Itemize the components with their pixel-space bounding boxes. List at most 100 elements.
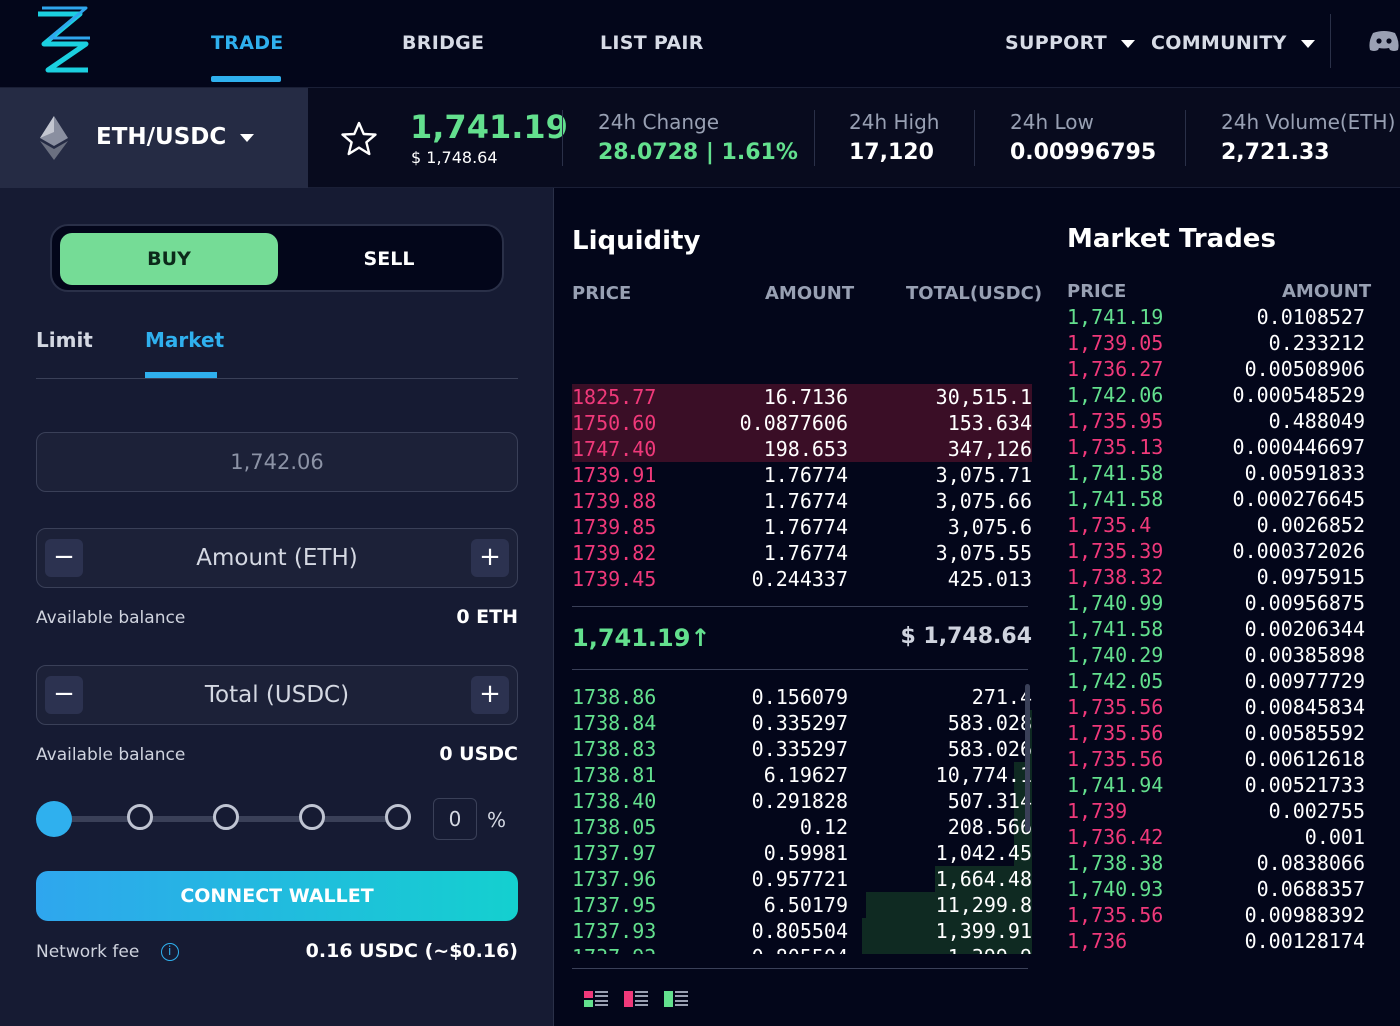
available-balance-value: 0 ETH	[456, 606, 518, 628]
market-trade-row: 1,738.38 0.0838066	[1067, 851, 1365, 877]
orderbook-row[interactable]: 1739.45 0.244337 425.013	[572, 566, 1032, 592]
orderbook-row[interactable]: 1747.40 198.653 347,126	[572, 436, 1032, 462]
orderbook-col-price: PRICE	[572, 283, 632, 304]
market-trade-price: 1,735.4	[1067, 513, 1152, 537]
orderbook-amount: 1.76774	[763, 489, 848, 513]
orderbook-row[interactable]: 1738.40 0.291828 507.314	[572, 788, 1032, 814]
market-trade-row: 1,735.13 0.000446697	[1067, 435, 1365, 461]
orderbook-row[interactable]: 1738.83 0.335297 583.026	[572, 736, 1032, 762]
market-trade-price: 1,735.56	[1067, 721, 1164, 745]
nav-bridge[interactable]: BRIDGE	[402, 32, 484, 54]
orderbook-mid-price: 1,741.19↑	[572, 624, 711, 652]
amount-decrement-button[interactable]: −	[45, 539, 83, 577]
market-trade-price: 1,740.29	[1067, 643, 1164, 667]
orderbook-amount: 0.59981	[763, 841, 848, 865]
ticker-divider	[814, 110, 815, 166]
market-trades-title: Market Trades	[1067, 224, 1276, 254]
network-fee-label: Network fee	[36, 942, 140, 962]
total-decrement-button[interactable]: −	[45, 676, 83, 714]
orderbook-row[interactable]: 1750.60 0.0877606 153.634	[572, 410, 1032, 436]
tab-market[interactable]: Market	[145, 328, 224, 352]
market-trade-amount: 0.000276645	[1232, 487, 1365, 511]
connect-wallet-button[interactable]: CONNECT WALLET	[36, 871, 518, 921]
total-field[interactable]: Total (USDC) − +	[36, 665, 518, 725]
orderbook-price: 1739.82	[572, 541, 657, 565]
market-trade-amount: 0.00591833	[1244, 461, 1365, 485]
orderbook-row[interactable]: 1737.95 6.50179 11,299.8	[572, 892, 1032, 918]
market-trade-row: 1,740.93 0.0688357	[1067, 877, 1365, 903]
nav-trade[interactable]: TRADE	[211, 32, 284, 54]
slider-knob-50[interactable]	[213, 804, 239, 830]
market-trade-row: 1,735.95 0.488049	[1067, 409, 1365, 435]
total-increment-button[interactable]: +	[471, 676, 509, 714]
orderbook-scrollbar[interactable]	[1025, 684, 1030, 832]
market-trade-amount: 0.0108527	[1256, 305, 1365, 329]
market-trade-amount: 0.00128174	[1244, 929, 1365, 953]
tab-market-underline	[145, 372, 217, 378]
orderbook-row[interactable]: 1738.81 6.19627 10,774.1	[572, 762, 1032, 788]
slider-knob-0[interactable]	[36, 801, 72, 837]
sell-button[interactable]: SELL	[280, 233, 498, 285]
orderbook-total: 30,515.1	[935, 385, 1032, 409]
market-trade-price: 1,735.13	[1067, 435, 1164, 459]
orderbook-row[interactable]: 1739.88 1.76774 3,075.66	[572, 488, 1032, 514]
slider-knob-100[interactable]	[385, 804, 411, 830]
slider-knob-75[interactable]	[299, 804, 325, 830]
amount-field[interactable]: Amount (ETH) − +	[36, 528, 518, 588]
percent-input[interactable]: 0	[433, 798, 477, 840]
pair-label: ETH/USDC	[96, 124, 255, 150]
orderbook-price: 1737.95	[572, 893, 657, 917]
amount-increment-button[interactable]: +	[471, 539, 509, 577]
top-navigation: TRADE BRIDGE LIST PAIR SUPPORT COMMUNITY	[0, 0, 1400, 88]
orderbook-bids-icon[interactable]	[664, 990, 688, 1008]
market-trade-price: 1,741.58	[1067, 461, 1164, 485]
market-trade-price: 1,740.99	[1067, 591, 1164, 615]
orderbook-price: 1738.40	[572, 789, 657, 813]
orderbook-row[interactable]: 1738.05 0.12 208.566	[572, 814, 1032, 840]
orderbook-row[interactable]: 1825.77 16.7136 30,515.1	[572, 384, 1032, 410]
orderbook-row[interactable]: 1738.86 0.156079 271.4	[572, 684, 1032, 710]
pair-selector[interactable]: ETH/USDC	[0, 88, 308, 188]
nav-trade-underline	[211, 76, 281, 82]
market-trade-row: 1,739 0.002755	[1067, 799, 1365, 825]
orderbook-row[interactable]: 1737.97 0.59981 1,042.45	[572, 840, 1032, 866]
orderbook-both-icon[interactable]	[584, 990, 608, 1008]
orderbook-total: 1,042.45	[935, 841, 1032, 865]
orderbook-row[interactable]: 1739.91 1.76774 3,075.71	[572, 462, 1032, 488]
orderbook-total: 425.013	[947, 567, 1032, 591]
info-icon[interactable]: i	[160, 943, 179, 961]
market-trade-row: 1,736.27 0.00508906	[1067, 357, 1365, 383]
orderbook-row[interactable]: 1737.93 0.805504 1,399.91	[572, 918, 1032, 944]
star-icon[interactable]	[340, 120, 378, 158]
market-trade-row: 1,735.39 0.000372026	[1067, 539, 1365, 565]
amount-placeholder: Amount (ETH)	[196, 545, 358, 571]
market-trade-row: 1,742.06 0.000548529	[1067, 383, 1365, 409]
orderbook-asks-icon[interactable]	[624, 990, 648, 1008]
buy-sell-toggle: BUY SELL	[50, 224, 504, 292]
orderbook-row[interactable]: 1737.92 0.805504 1,399.9	[572, 944, 1032, 954]
pair-name: ETH/USDC	[96, 124, 227, 150]
orderbook-row[interactable]: 1737.96 0.957721 1,664.48	[572, 866, 1032, 892]
orderbook-amount: 6.19627	[763, 763, 848, 787]
market-trade-row: 1,742.05 0.00977729	[1067, 669, 1365, 695]
stat-24h-volume: 24h Volume(ETH) 2,721.33	[1221, 110, 1395, 165]
nav-list-pair[interactable]: LIST PAIR	[600, 32, 704, 54]
orderbook-row[interactable]: 1739.85 1.76774 3,075.6	[572, 514, 1032, 540]
discord-icon[interactable]	[1368, 30, 1400, 52]
tab-limit[interactable]: Limit	[36, 328, 93, 352]
market-trade-amount: 0.0838066	[1256, 851, 1365, 875]
orderbook-total: 153.634	[947, 411, 1032, 435]
nav-community[interactable]: COMMUNITY	[1151, 32, 1315, 54]
market-trade-row: 1,741.58 0.000276645	[1067, 487, 1365, 513]
nav-support[interactable]: SUPPORT	[1005, 32, 1135, 54]
orderbook-row[interactable]: 1738.84 0.335297 583.028	[572, 710, 1032, 736]
market-trade-amount: 0.233212	[1268, 331, 1365, 355]
buy-button[interactable]: BUY	[60, 233, 278, 285]
stat-value: 0.00996795	[1010, 140, 1157, 165]
logo-icon[interactable]	[34, 6, 92, 74]
slider-knob-25[interactable]	[127, 804, 153, 830]
orderbook-price: 1737.97	[572, 841, 657, 865]
orderbook-amount: 0.805504	[751, 919, 848, 943]
orderbook-row[interactable]: 1739.82 1.76774 3,075.55	[572, 540, 1032, 566]
market-trade-amount: 0.000548529	[1232, 383, 1365, 407]
